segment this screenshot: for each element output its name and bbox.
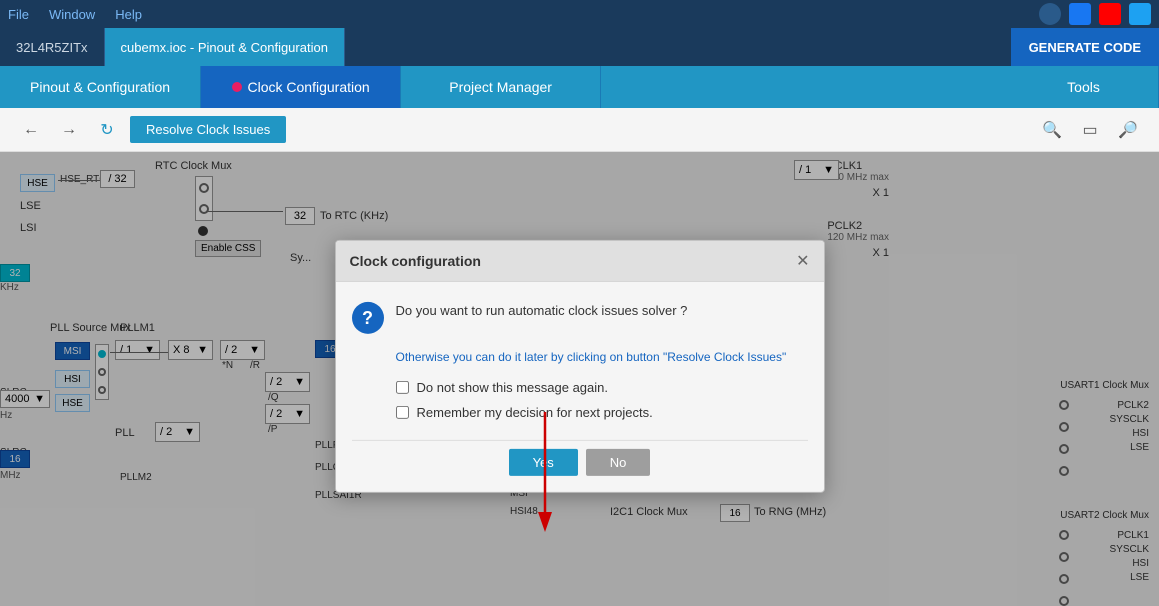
dialog-subtext: Otherwise you can do it later by clickin…	[396, 350, 808, 364]
menu-help[interactable]: Help	[115, 7, 142, 22]
twitter-icon	[1129, 3, 1151, 25]
globe-icon	[1039, 3, 1061, 25]
dialog-buttons: Yes No	[352, 440, 808, 476]
tab-pinout[interactable]: Pinout & Configuration	[0, 66, 201, 108]
menu-bar: File Window Help	[0, 0, 1159, 28]
do-not-show-label: Do not show this message again.	[417, 380, 609, 395]
checkbox-row-1: Do not show this message again.	[396, 380, 808, 395]
menu-file[interactable]: File	[8, 7, 29, 22]
refresh-button[interactable]: ↻	[92, 115, 122, 145]
generate-code-button[interactable]: GENERATE CODE	[1011, 28, 1159, 66]
subtext-link: "Resolve Clock Issues"	[663, 350, 786, 364]
toolbar: ← → ↻ Resolve Clock Issues 🔍 ▭ 🔎	[0, 108, 1159, 152]
breadcrumb-file[interactable]: cubemx.ioc - Pinout & Configuration	[105, 28, 345, 66]
tab-bar: 32L4R5ZITx cubemx.ioc - Pinout & Configu…	[0, 28, 1159, 66]
dialog-title: Clock configuration	[350, 253, 481, 269]
tab-clock[interactable]: Clock Configuration	[201, 66, 401, 108]
menu-bar-right	[1039, 3, 1151, 25]
checkbox-row-2: Remember my decision for next projects.	[396, 405, 808, 420]
menu-window[interactable]: Window	[49, 7, 95, 22]
resolve-clock-button[interactable]: Resolve Clock Issues	[130, 116, 286, 143]
modal-overlay: Clock configuration ✕ ? Do you want to r…	[0, 152, 1159, 606]
tab-project[interactable]: Project Manager	[401, 66, 601, 108]
remember-decision-checkbox[interactable]	[396, 406, 409, 419]
fit-view-button[interactable]: ▭	[1075, 115, 1105, 145]
no-button[interactable]: No	[586, 449, 651, 476]
do-not-show-checkbox[interactable]	[396, 381, 409, 394]
zoom-in-button[interactable]: 🔎	[1113, 115, 1143, 145]
breadcrumb-project[interactable]: 32L4R5ZITx	[0, 28, 105, 66]
zoom-out-button[interactable]: 🔍	[1037, 115, 1067, 145]
dialog-close-button[interactable]: ✕	[796, 251, 809, 271]
clock-dialog: Clock configuration ✕ ? Do you want to r…	[335, 240, 825, 493]
dialog-checkboxes: Do not show this message again. Remember…	[396, 380, 808, 420]
dialog-body: ? Do you want to run automatic clock iss…	[336, 282, 824, 492]
subtext-pre: Otherwise you can do it later by clickin…	[396, 350, 663, 364]
dialog-question-text: Do you want to run automatic clock issue…	[396, 302, 688, 320]
dialog-question-row: ? Do you want to run automatic clock iss…	[352, 302, 808, 334]
facebook-icon	[1069, 3, 1091, 25]
clock-dot	[232, 82, 242, 92]
yes-button[interactable]: Yes	[509, 449, 578, 476]
tab-tools[interactable]: Tools	[1009, 66, 1159, 108]
remember-decision-label: Remember my decision for next projects.	[417, 405, 653, 420]
main-area: RTC Clock Mux HSE HSE_RTC / 32 LSE LSI 3…	[0, 152, 1159, 606]
youtube-icon	[1099, 3, 1121, 25]
dialog-title-bar: Clock configuration ✕	[336, 241, 824, 282]
question-icon: ?	[352, 302, 384, 334]
nav-tabs: Pinout & Configuration Clock Configurati…	[0, 66, 1159, 108]
undo-button[interactable]: ←	[16, 115, 46, 145]
redo-button[interactable]: →	[54, 115, 84, 145]
